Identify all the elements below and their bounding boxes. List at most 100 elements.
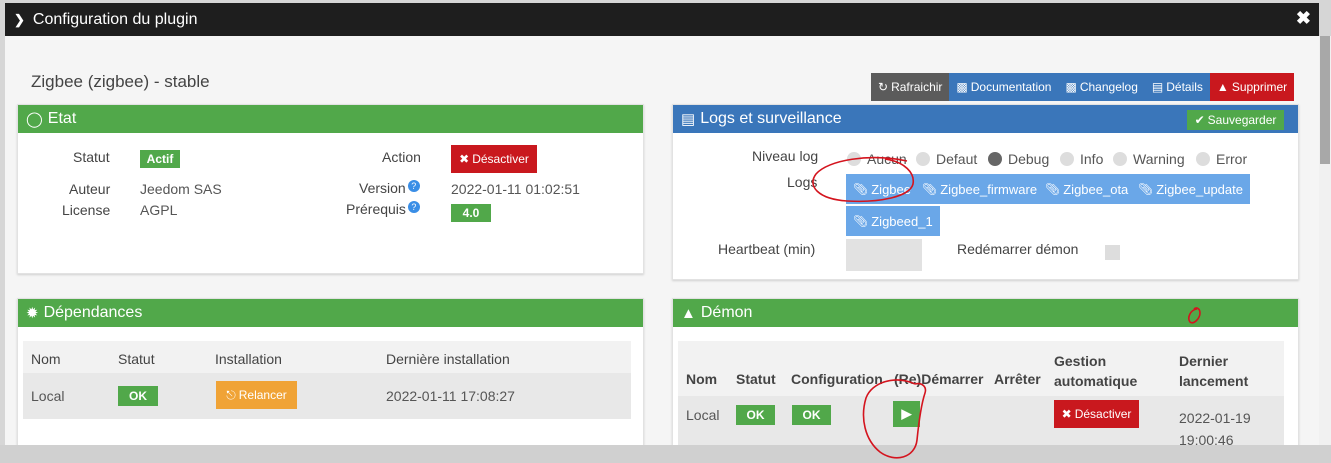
save-button[interactable]: ✔ Sauvegarder	[1187, 110, 1284, 130]
documentation-button[interactable]: ▩ Documentation	[949, 73, 1059, 101]
relaunch-label: Relancer	[238, 388, 287, 402]
paperclip-icon: 📎︎	[922, 182, 938, 196]
radio-dot	[1060, 152, 1074, 166]
dependances-title: Dépendances	[43, 304, 143, 321]
demon-table: Nom Statut Configuration (Re)Démarrer Ar…	[678, 341, 1284, 445]
refresh-button[interactable]: ↻ Rafraichir	[871, 73, 950, 101]
column-header: Statut	[736, 371, 776, 387]
column-header: Nom	[31, 351, 61, 367]
background-strip	[0, 445, 1331, 463]
version-value: 2022-01-11 01:02:51	[451, 181, 580, 197]
log-label: Zigbee_firmware	[940, 181, 1038, 197]
level-radio-error[interactable]: Error	[1196, 151, 1247, 167]
log-button-zigbeed-1[interactable]: 📎︎ Zigbeed_1	[846, 206, 940, 236]
close-icon[interactable]: ✖	[1296, 8, 1311, 29]
save-label: Sauvegarder	[1207, 113, 1277, 127]
delete-button[interactable]: ▲ Supprimer	[1209, 73, 1295, 101]
column-header: (Re)Démarrer	[894, 371, 984, 387]
logs-title: Logs et surveillance	[700, 110, 842, 127]
circle-notch-icon: ◯	[26, 111, 43, 128]
heartbeat-input[interactable]	[846, 239, 922, 271]
level-radio-debug[interactable]: Debug	[988, 151, 1049, 167]
book-icon: ▩	[956, 80, 968, 94]
check-circle-icon: ✔	[1194, 113, 1205, 127]
start-daemon-button[interactable]: ▶	[893, 401, 920, 427]
log-button-zigbee-ota[interactable]: 📎︎ Zigbee_ota	[1038, 174, 1136, 204]
vertical-scrollbar[interactable]	[1319, 36, 1331, 445]
dep-derniere-installation: 2022-01-11 17:08:27	[386, 388, 515, 404]
demon-header: ▲ Démon	[673, 299, 1298, 327]
demon-status-badge: OK	[736, 405, 775, 425]
bank-icon: ▲	[681, 304, 696, 322]
version-label: Version?	[359, 180, 420, 196]
log-button-zigbee[interactable]: 📎︎ Zigbee	[846, 174, 918, 204]
logs-panel: ▤ Logs et surveillance ✔ Sauvegarder Nive…	[672, 104, 1299, 280]
etat-panel: ◯ Etat Statut Actif Auteur Jeedom SAS Li…	[17, 104, 644, 274]
prereq-label: Prérequis?	[346, 201, 420, 217]
level-radio-defaut[interactable]: Defaut	[916, 151, 977, 167]
paperclip-icon: 📎︎	[1138, 182, 1154, 196]
motorcycle-icon: ⎋	[226, 387, 236, 402]
table-row	[23, 373, 631, 419]
column-header: Arrêter	[994, 371, 1041, 387]
scrollbar-thumb[interactable]	[1320, 36, 1330, 164]
log-label: Zigbee	[871, 181, 911, 197]
level-radio-info[interactable]: Info	[1060, 151, 1103, 167]
plugin-name: Zigbee (zigbee) - stable	[31, 72, 210, 91]
details-button[interactable]: ▤ Détails	[1144, 73, 1210, 101]
radio-dot-selected	[988, 152, 1002, 166]
prereq-badge: 4.0	[451, 204, 491, 222]
column-header: Nom	[686, 371, 718, 387]
trash-icon: ▲	[1216, 80, 1229, 94]
action-label: Action	[382, 149, 421, 165]
changelog-label: Changelog	[1079, 80, 1138, 94]
heartbeat-label: Heartbeat (min)	[718, 241, 816, 257]
paperclip-icon: 📎︎	[853, 214, 869, 228]
deactivate-plugin-button[interactable]: ✖ Désactiver	[451, 145, 537, 173]
column-header: Dernier lancement	[1179, 353, 1249, 389]
details-label: Détails	[1166, 80, 1203, 94]
log-label: Zigbee_ota	[1063, 181, 1129, 197]
radio-dot	[916, 152, 930, 166]
restart-daemon-label: Redémarrer démon	[957, 241, 1079, 257]
level-label: Aucun	[867, 151, 907, 167]
level-label: Error	[1216, 151, 1248, 167]
column-header: Installation	[215, 351, 282, 367]
relaunch-button[interactable]: ⎋ Relancer	[216, 381, 297, 409]
level-label: Debug	[1008, 151, 1050, 167]
statut-label: Statut	[73, 149, 110, 165]
paperclip-icon: 📎︎	[853, 182, 869, 196]
level-label: Info	[1080, 151, 1104, 167]
changelog-button[interactable]: ▩ Changelog	[1058, 73, 1145, 101]
level-label: Defaut	[936, 151, 978, 167]
column-header: Configuration	[791, 371, 883, 387]
refresh-label: Rafraichir	[891, 80, 943, 94]
deactivate-auto-button[interactable]: ✖ Désactiver	[1054, 400, 1139, 428]
radio-dot	[847, 152, 861, 166]
demon-config-badge: OK	[792, 405, 831, 425]
statut-badge: Actif	[140, 150, 180, 168]
level-radio-aucun[interactable]: Aucun	[847, 151, 907, 167]
log-button-zigbee-update[interactable]: 📎︎ Zigbee_update	[1131, 174, 1250, 204]
demon-nom: Local	[686, 407, 720, 423]
log-button-zigbee-firmware[interactable]: 📎︎ Zigbee_firmware	[915, 174, 1045, 204]
radio-dot	[1196, 152, 1210, 166]
certificate-icon: ✹	[26, 305, 39, 322]
restart-daemon-checkbox[interactable]	[1105, 245, 1120, 260]
modal-title: Configuration du plugin	[32, 10, 198, 28]
log-label: Zigbee_update	[1156, 181, 1243, 197]
play-icon: ▶	[901, 406, 912, 421]
file-icon: ▤	[681, 111, 696, 128]
help-icon[interactable]: ?	[407, 180, 420, 192]
dep-nom: Local	[31, 388, 65, 404]
help-icon[interactable]: ?	[407, 201, 420, 213]
x-icon: ✖	[459, 152, 470, 166]
modal-titlebar: ❯ Configuration du plugin ✖	[5, 3, 1319, 36]
dependances-panel: ✹ Dépendances Nom Statut Installation De…	[17, 298, 644, 445]
documentation-label: Documentation	[970, 80, 1052, 94]
etat-title: Etat	[47, 110, 77, 127]
log-label: Zigbeed_1	[871, 213, 933, 229]
level-radio-warning[interactable]: Warning	[1113, 151, 1185, 167]
license-label: License	[62, 202, 111, 218]
paperclip-icon: 📎︎	[1045, 182, 1061, 196]
